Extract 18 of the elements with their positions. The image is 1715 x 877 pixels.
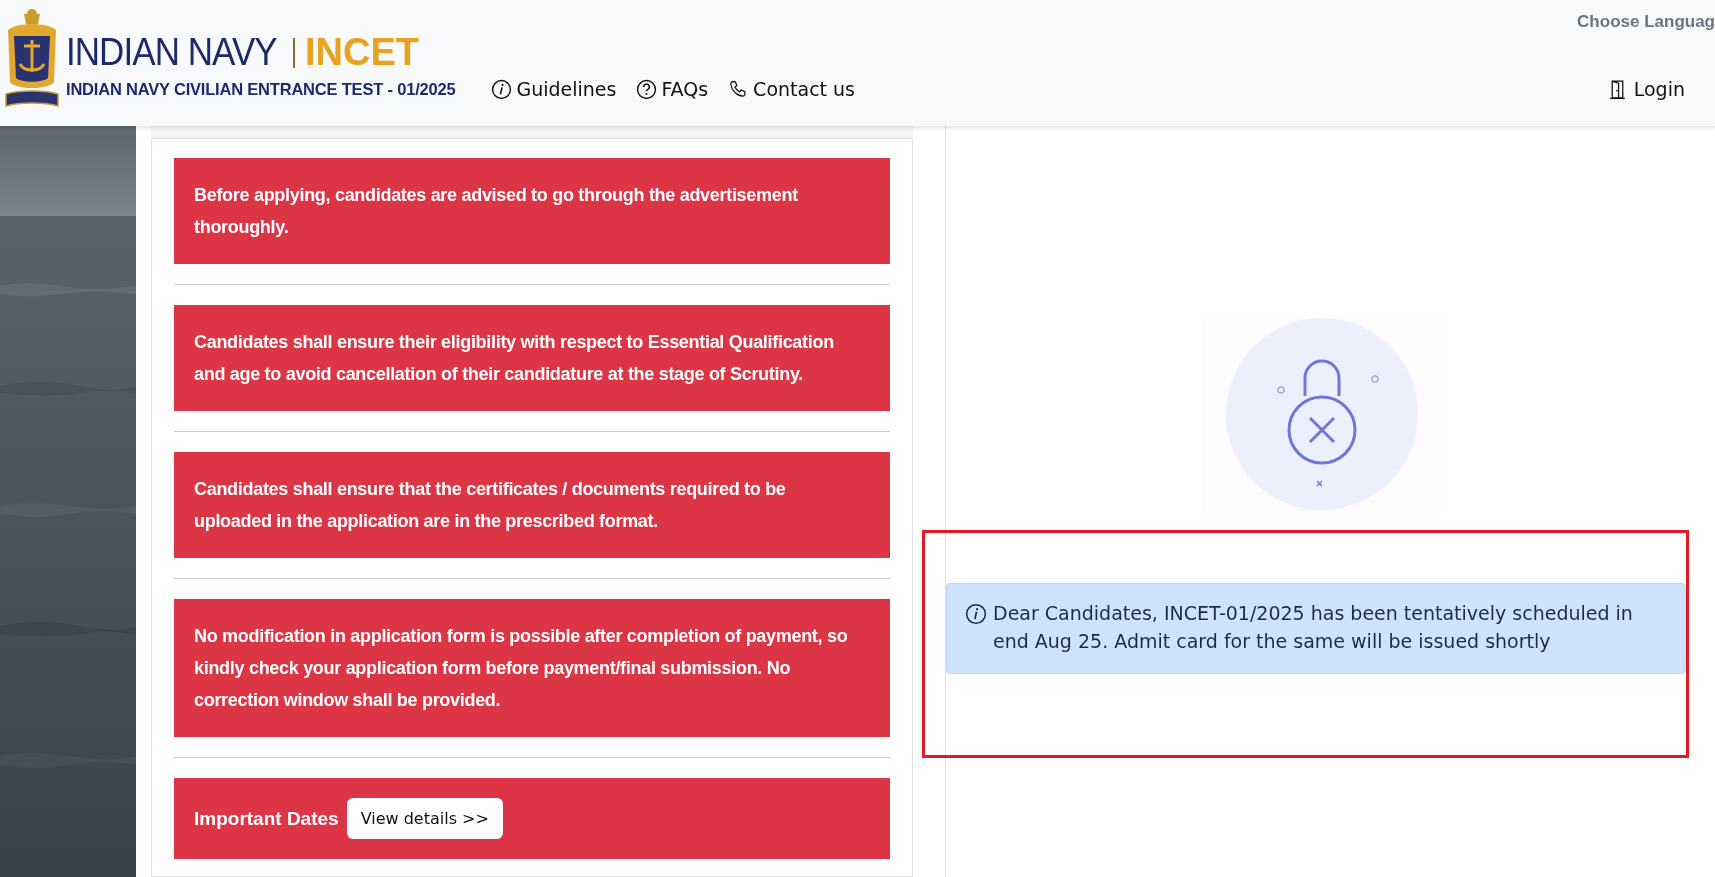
notice-text: No modification in application form is possible after completion of payment, so kindly check your application form before payment/final submission. No correction window shall be provided.: [174, 599, 890, 737]
notice-text: Before applying, candidates are advised to go through the advertisement thoroughly.: [174, 158, 890, 264]
notice-text: Candidates shall ensure that the certificates / documents required to be uploaded in the application are in the prescribed format.: [174, 452, 890, 558]
help-icon: [636, 78, 658, 100]
nav-link[interactable]: Guidelines: [491, 78, 617, 100]
nav-link[interactable]: Contact us: [728, 78, 855, 100]
important-dates-label: Important Dates: [194, 807, 339, 830]
info-icon: [491, 78, 513, 100]
view-details-button[interactable]: View details >>: [346, 798, 503, 839]
notice-text: Candidates shall ensure their eligibility with respect to Essential Qualification and age to avoid cancellation of their candidature at the stage of Scrutiny.: [174, 305, 890, 411]
alert-text: Dear Candidates, INCET-01/2025 has been tentatively scheduled in end Aug 25. Admit card for the same will be issued shortly: [993, 601, 1634, 654]
site-subtitle: INDIAN NAVY CIVILIAN ENTRANCE TEST - 01/2025: [66, 80, 456, 99]
nav-link[interactable]: FAQs: [636, 78, 709, 100]
brand-name: INDIAN NAVY: [66, 31, 277, 74]
info-icon: [965, 603, 987, 625]
language-selector[interactable]: Choose Languag: [1577, 12, 1715, 32]
brand-accent: INCET: [305, 31, 419, 74]
login-link[interactable]: Login: [1606, 78, 1685, 100]
